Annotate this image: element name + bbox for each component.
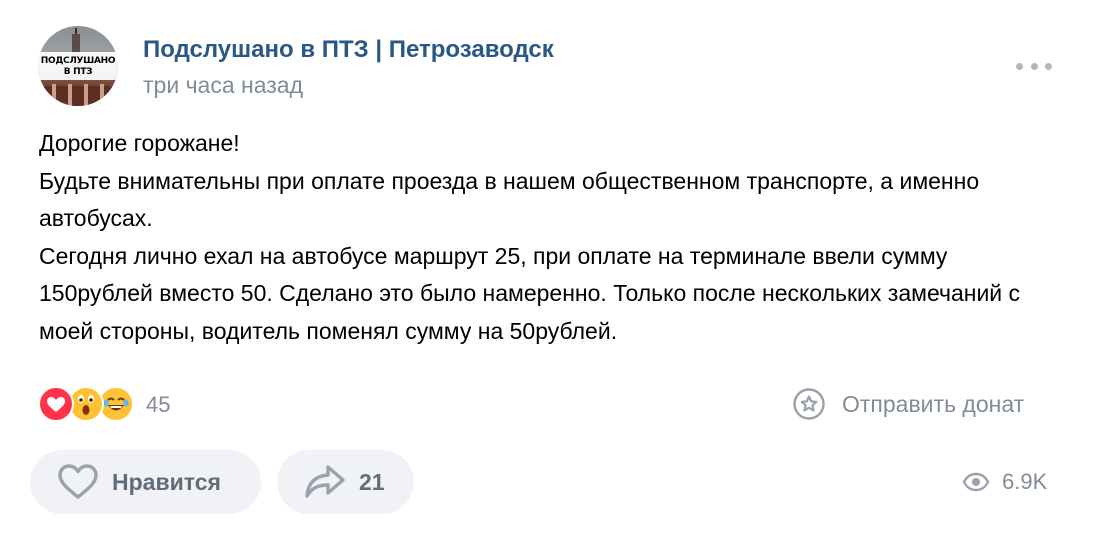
more-horizontal-icon[interactable] [1016, 56, 1052, 76]
eye-icon [962, 472, 990, 492]
avatar-label-line2: В ПТЗ [63, 67, 93, 77]
group-avatar[interactable]: ПОДСЛУШАНО В ПТЗ [38, 26, 118, 106]
share-button[interactable]: 21 [277, 450, 414, 514]
avatar-pillar [52, 84, 56, 106]
donate-star-icon [793, 388, 825, 420]
avatar-label: ПОДСЛУШАНО В ПТЗ [38, 52, 118, 80]
post-text-line: Будьте внимательны при оплате проезда в … [39, 167, 980, 232]
avatar-label-line1: ПОДСЛУШАНО [40, 56, 116, 66]
more-dot [1030, 62, 1038, 70]
donate-button[interactable]: Отправить донат [792, 386, 1024, 422]
group-name-link[interactable]: Подслушано в ПТЗ | Петрозаводск [143, 36, 554, 64]
post-card: ПОДСЛУШАНО В ПТЗ Подслушано в ПТЗ | Петр… [0, 0, 1094, 556]
post-time[interactable]: три часа назад [143, 72, 303, 99]
post-text: Дорогие горожане! Будьте внимательны при… [39, 125, 1059, 350]
avatar-building [38, 86, 118, 106]
post-text-line: Сегодня лично ехал на автобусе маршрут 2… [39, 242, 1021, 344]
like-label: Нравится [112, 468, 221, 495]
avatar-pillar [84, 84, 88, 106]
views-count: 6.9K [1002, 469, 1048, 494]
share-arrow-icon [305, 465, 345, 498]
heart-reaction-icon [38, 386, 74, 422]
more-dot [1016, 62, 1023, 70]
views-counter: 6.9K [962, 466, 1047, 498]
post-text-line: Дорогие горожане! [39, 130, 240, 156]
heart-outline-icon [58, 464, 98, 499]
avatar-pillar [68, 84, 72, 106]
avatar-pillar [100, 84, 104, 106]
like-button[interactable]: Нравится [30, 450, 261, 514]
donate-label: Отправить донат [842, 390, 1025, 417]
reactions-count: 45 [146, 392, 171, 417]
more-dot [1045, 62, 1052, 70]
share-count: 21 [359, 468, 385, 495]
